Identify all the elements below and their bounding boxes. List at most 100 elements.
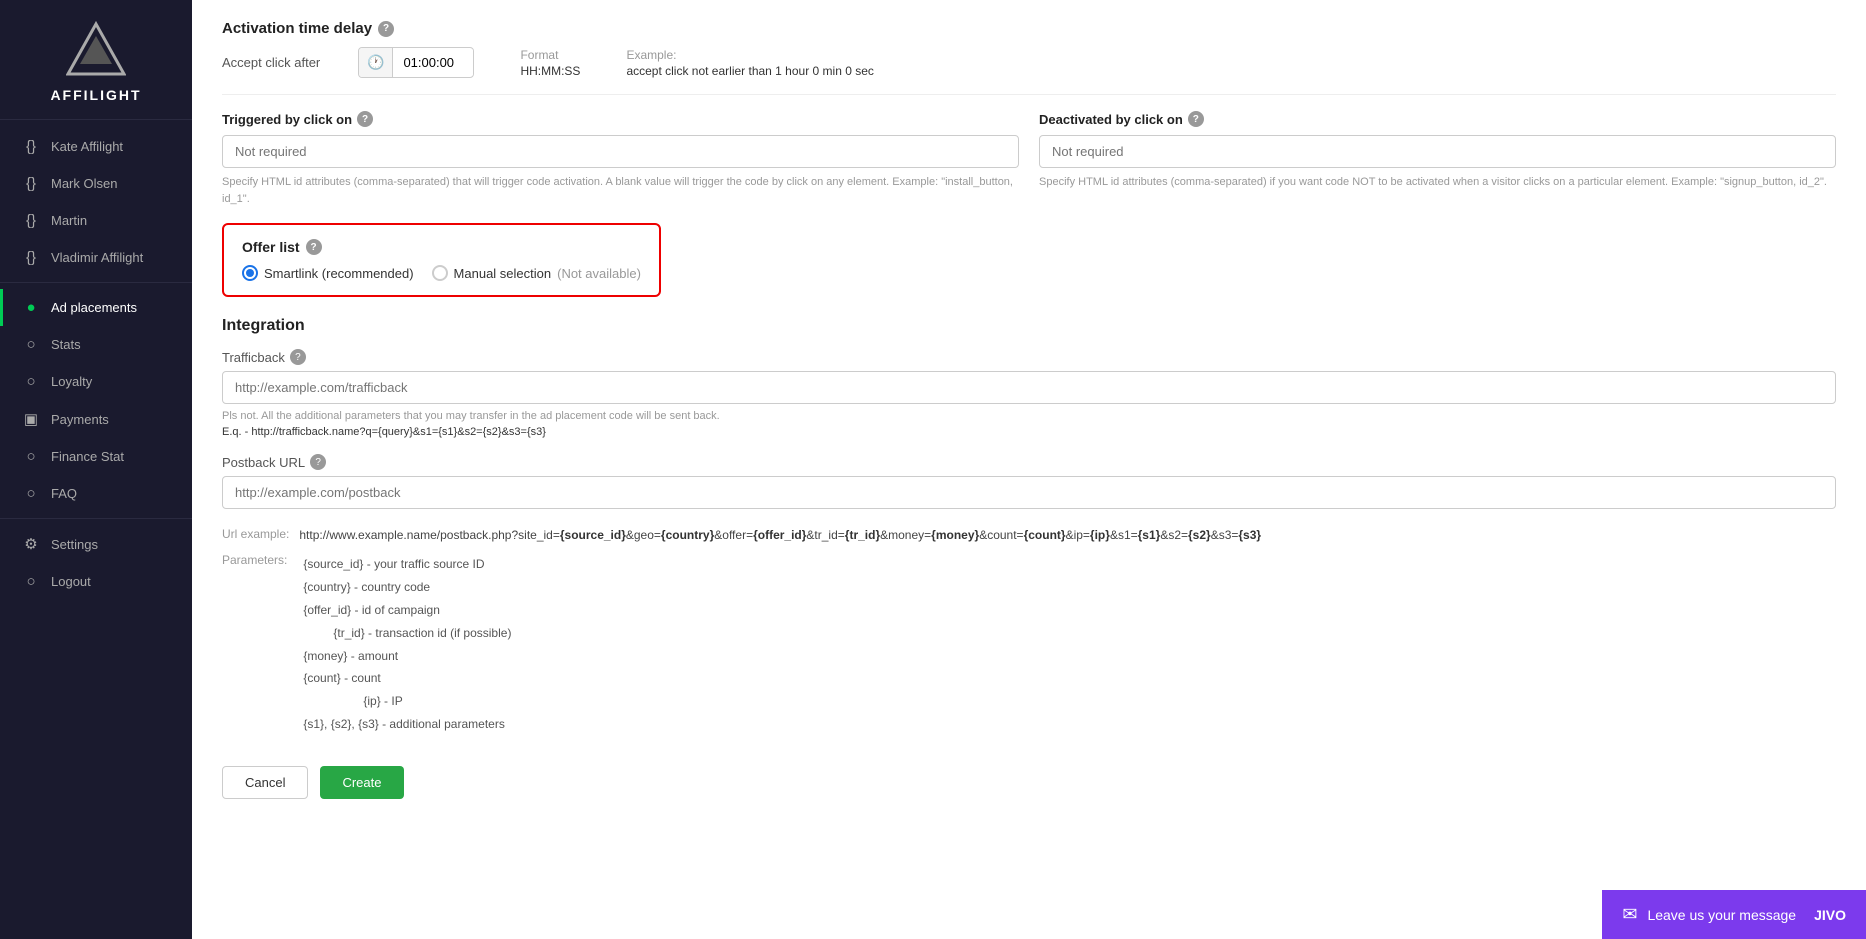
url-example-key: Url example: [222, 525, 289, 545]
postback-input[interactable] [222, 476, 1836, 509]
offer-list-box: Offer list ? Smartlink (recommended) Man… [222, 223, 661, 297]
param-tr-id: {tr_id} - transaction id (if possible) [303, 622, 511, 645]
divider-1 [222, 94, 1836, 95]
sidebar-item-stats[interactable]: ○ Stats [0, 326, 192, 363]
postback-section: Postback URL ? [222, 454, 1836, 515]
sidebar-divider-2 [0, 518, 192, 519]
sidebar-item-settings[interactable]: ⚙ Settings [0, 525, 192, 563]
param-count: {count} - count [303, 667, 511, 690]
manual-radio[interactable] [432, 265, 448, 281]
accept-click-label: Accept click after [222, 55, 342, 70]
trafficback-label: Trafficback ? [222, 349, 1836, 365]
format-label: Format [520, 48, 580, 62]
trafficback-help-icon[interactable]: ? [290, 349, 306, 365]
sidebar-label-ad-placements: Ad placements [51, 300, 137, 315]
sidebar-item-kate[interactable]: {} Kate Affilight [0, 128, 192, 165]
sidebar-label-kate: Kate Affilight [51, 139, 123, 154]
sidebar-label-payments: Payments [51, 412, 109, 427]
sidebar-label-finance-stat: Finance Stat [51, 449, 124, 464]
postback-help-icon[interactable]: ? [310, 454, 326, 470]
sidebar: AFFILIGHT {} Kate Affilight {} Mark Olse… [0, 0, 192, 939]
triggered-input[interactable] [222, 135, 1019, 168]
logo-text: AFFILIGHT [0, 87, 192, 103]
deactivated-label: Deactivated by click on ? [1039, 111, 1836, 127]
sidebar-logo: AFFILIGHT [0, 0, 192, 120]
main-content: Activation time delay ? Accept click aft… [192, 0, 1866, 939]
params-list: {source_id} - your traffic source ID {co… [303, 553, 511, 735]
url-example-row: Url example: http://www.example.name/pos… [222, 525, 1836, 545]
clock-button[interactable]: 🕐 [359, 48, 393, 77]
loyalty-icon: ○ [21, 373, 41, 390]
finance-stat-icon: ○ [21, 448, 41, 465]
sidebar-label-stats: Stats [51, 337, 81, 352]
logo-icon [66, 20, 126, 80]
sidebar-label-loyalty: Loyalty [51, 374, 92, 389]
manual-option[interactable]: Manual selection (Not available) [432, 265, 641, 281]
user-icon-mark: {} [21, 175, 41, 192]
jivo-chat-widget[interactable]: ✉ Leave us your message JIVO [1602, 890, 1866, 939]
sidebar-label-mark: Mark Olsen [51, 176, 117, 191]
sidebar-item-vladimir[interactable]: {} Vladimir Affilight [0, 239, 192, 276]
cancel-button[interactable]: Cancel [222, 766, 308, 799]
example-value: accept click not earlier than 1 hour 0 m… [626, 64, 873, 78]
activation-time-delay-section: Activation time delay ? Accept click aft… [222, 20, 1836, 78]
triggered-label: Triggered by click on ? [222, 111, 1019, 127]
sidebar-item-faq[interactable]: ○ FAQ [0, 475, 192, 512]
user-icon-martin: {} [21, 212, 41, 229]
offer-list-help-icon[interactable]: ? [306, 239, 322, 255]
radio-row: Smartlink (recommended) Manual selection… [242, 265, 641, 281]
smartlink-radio[interactable] [242, 265, 258, 281]
triggered-deactivated-row: Triggered by click on ? Specify HTML id … [222, 111, 1836, 207]
sidebar-label-logout: Logout [51, 574, 91, 589]
param-source-id: {source_id} - your traffic source ID [303, 553, 511, 576]
sidebar-nav: {} Kate Affilight {} Mark Olsen {} Marti… [0, 120, 192, 939]
create-button[interactable]: Create [320, 766, 403, 799]
sidebar-item-mark[interactable]: {} Mark Olsen [0, 165, 192, 202]
sidebar-item-ad-placements[interactable]: ● Ad placements [0, 289, 192, 326]
sidebar-divider-1 [0, 282, 192, 283]
trafficback-note1: Pls not. All the additional parameters t… [222, 410, 1836, 422]
user-icon-kate: {} [21, 138, 41, 155]
url-example-val: http://www.example.name/postback.php?sit… [299, 525, 1261, 545]
activation-row: Accept click after 🕐 Format HH:MM:SS Exa… [222, 47, 1836, 78]
offer-list-title: Offer list ? [242, 239, 641, 255]
sidebar-label-settings: Settings [51, 537, 98, 552]
manual-sublabel: (Not available) [557, 266, 641, 281]
sidebar-label-faq: FAQ [51, 486, 77, 501]
triggered-col: Triggered by click on ? Specify HTML id … [222, 111, 1019, 207]
sidebar-item-loyalty[interactable]: ○ Loyalty [0, 363, 192, 400]
param-s123: {s1}, {s2}, {s3} - additional parameters [303, 713, 511, 736]
deactivated-hint: Specify HTML id attributes (comma-separa… [1039, 174, 1836, 191]
smartlink-option[interactable]: Smartlink (recommended) [242, 265, 414, 281]
deactivated-input[interactable] [1039, 135, 1836, 168]
trafficback-note2: E.q. - http://trafficback.name?q={query}… [222, 426, 1836, 438]
params-title: Parameters: [222, 553, 287, 735]
format-block: Format HH:MM:SS [520, 48, 580, 78]
format-value: HH:MM:SS [520, 64, 580, 78]
sidebar-item-martin[interactable]: {} Martin [0, 202, 192, 239]
manual-label: Manual selection [454, 266, 552, 281]
ad-placements-icon: ● [21, 299, 41, 316]
time-input[interactable] [393, 49, 473, 76]
sidebar-label-vladimir: Vladimir Affilight [51, 250, 143, 265]
deactivated-help-icon[interactable]: ? [1188, 111, 1204, 127]
trafficback-input[interactable] [222, 371, 1836, 404]
btn-row: Cancel Create [222, 766, 1836, 799]
faq-icon: ○ [21, 485, 41, 502]
example-label: Example: [626, 48, 873, 62]
param-ip: {ip} - IP [303, 690, 511, 713]
time-input-wrapper: 🕐 [358, 47, 474, 78]
param-country: {country} - country code [303, 576, 511, 599]
payments-icon: ▣ [21, 410, 41, 428]
activation-help-icon[interactable]: ? [378, 21, 394, 37]
triggered-help-icon[interactable]: ? [357, 111, 373, 127]
params-row: Parameters: {source_id} - your traffic s… [222, 553, 1836, 735]
sidebar-item-payments[interactable]: ▣ Payments [0, 400, 192, 438]
jivo-chat-icon: ✉ [1622, 904, 1637, 925]
sidebar-item-finance-stat[interactable]: ○ Finance Stat [0, 438, 192, 475]
param-offer-id: {offer_id} - id of campaign [303, 599, 511, 622]
sidebar-item-logout[interactable]: ○ Logout [0, 563, 192, 600]
activation-time-delay-title: Activation time delay ? [222, 20, 1836, 37]
user-icon-vladimir: {} [21, 249, 41, 266]
jivo-label: Leave us your message [1647, 907, 1796, 923]
